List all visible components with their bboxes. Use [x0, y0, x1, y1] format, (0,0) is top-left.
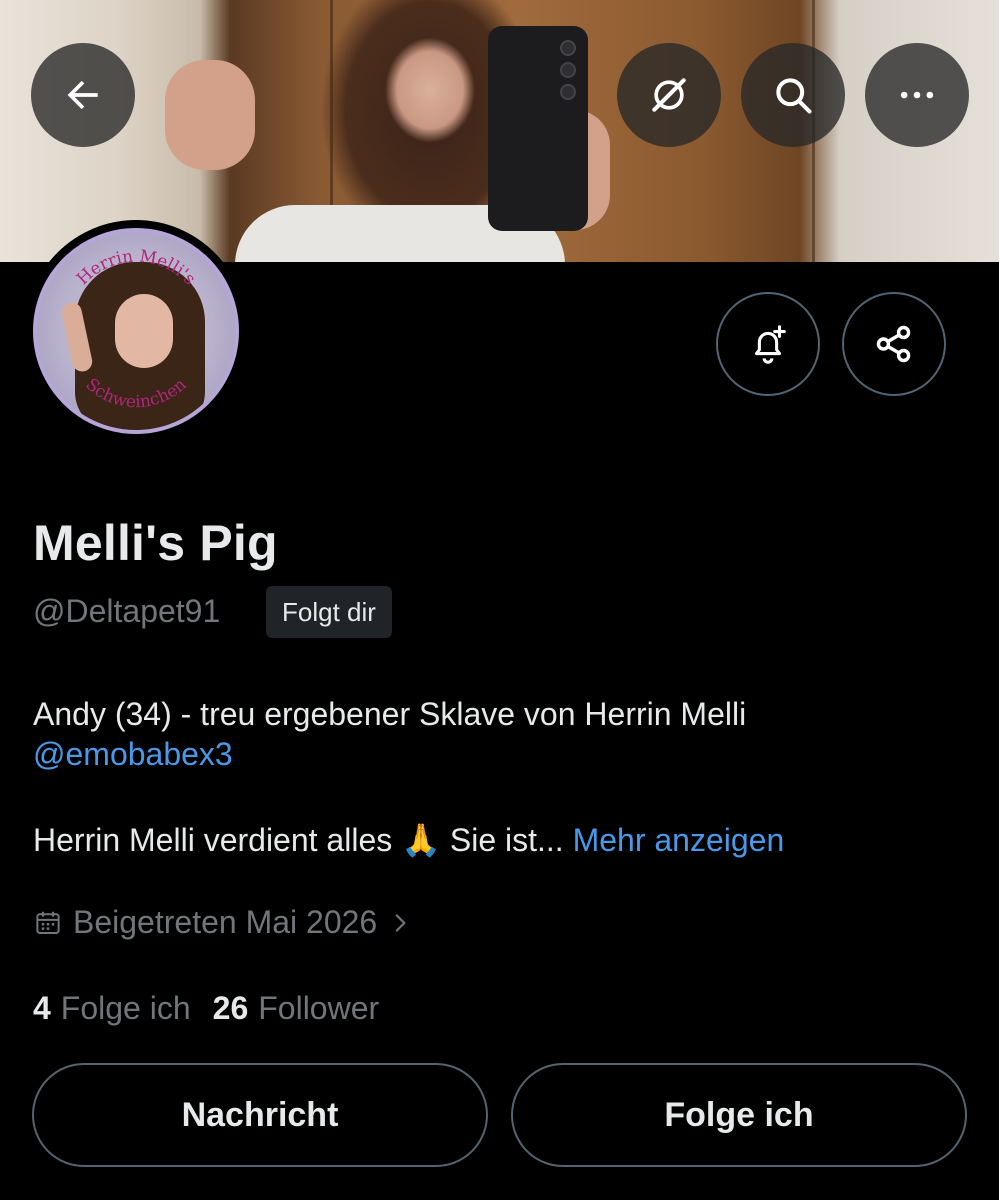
followers-stat[interactable]: 26 Follower: [213, 990, 380, 1027]
banner-detail: [165, 60, 255, 170]
search-icon: [776, 78, 812, 114]
notifications-button[interactable]: [716, 292, 820, 396]
share-icon: [876, 325, 911, 363]
following-count: 4: [33, 990, 51, 1026]
joined-date[interactable]: Beigetreten Mai 2026: [33, 904, 413, 941]
grok-icon: [652, 78, 686, 112]
svg-text:Herrin Melli's: Herrin Melli's: [72, 245, 200, 288]
more-horizontal-icon: [900, 91, 934, 99]
banner-detail: [560, 40, 576, 56]
calendar-icon: [36, 911, 60, 934]
banner-detail: [560, 84, 576, 100]
banner-phone: [488, 26, 588, 231]
follows-you-badge: Folgt dir: [266, 586, 392, 638]
following-stat[interactable]: 4 Folge ich: [33, 990, 191, 1027]
more-button[interactable]: [865, 43, 969, 147]
joined-label: Beigetreten Mai 2026: [73, 904, 378, 940]
followers-count: 26: [212, 990, 249, 1026]
bio-line: Andy (34) - treu ergebener Sklave von He…: [33, 696, 747, 732]
following-label: Folge ich: [60, 990, 191, 1026]
bio-text: Herrin Melli verdient alles 🙏 Sie ist...: [33, 822, 564, 858]
bio-mention-link[interactable]: @emobabex3: [33, 734, 973, 774]
avatar-ring-text: Herrin Melli's Schweinchen: [72, 245, 200, 412]
avatar-image: Herrin Melli's Schweinchen: [33, 228, 239, 434]
share-button[interactable]: [842, 292, 946, 396]
follow-stats: 4 Folge ich 26 Follower: [33, 990, 379, 1027]
bio-second-paragraph: Herrin Melli verdient alles 🙏 Sie ist...…: [33, 820, 784, 860]
following-button[interactable]: Folge ich: [511, 1063, 967, 1167]
banner-detail: [560, 62, 576, 78]
grok-button[interactable]: [617, 43, 721, 147]
search-button[interactable]: [741, 43, 845, 147]
back-button[interactable]: [31, 43, 135, 147]
avatar[interactable]: Herrin Melli's Schweinchen: [25, 220, 247, 442]
bio: Andy (34) - treu ergebener Sklave von He…: [33, 694, 973, 774]
show-more-link[interactable]: Mehr anzeigen: [573, 822, 785, 858]
bell-plus-icon: [754, 325, 786, 364]
user-handle: @Deltapet91: [33, 593, 221, 629]
display-name: Melli's Pig: [33, 515, 278, 571]
message-button[interactable]: Nachricht: [32, 1063, 488, 1167]
chevron-right-icon: [395, 913, 406, 932]
arrow-left-icon: [67, 80, 98, 110]
svg-text:Schweinchen: Schweinchen: [82, 374, 190, 412]
followers-label: Follower: [258, 990, 380, 1026]
